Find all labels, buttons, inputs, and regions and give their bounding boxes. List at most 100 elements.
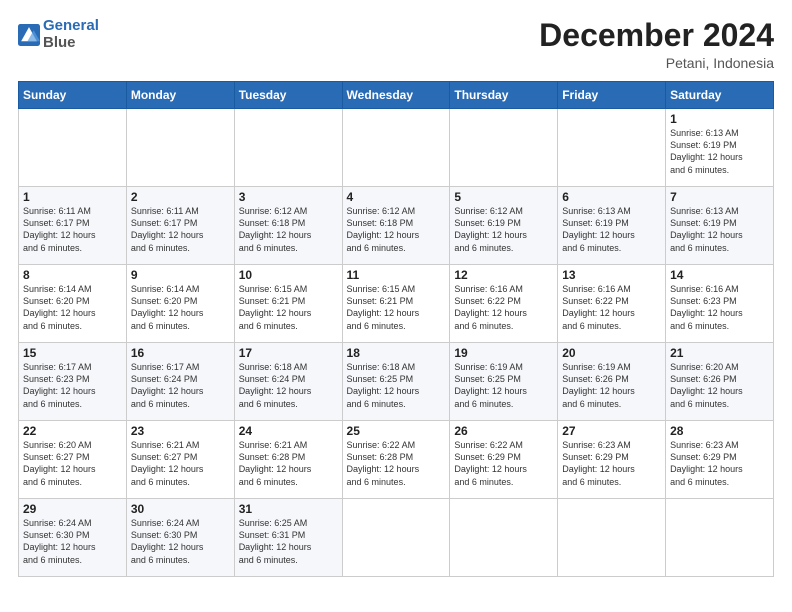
day-number: 1: [23, 190, 122, 204]
day-number: 20: [562, 346, 661, 360]
day-number: 17: [239, 346, 338, 360]
day-number: 13: [562, 268, 661, 282]
day-info: Sunrise: 6:13 AMSunset: 6:19 PMDaylight:…: [562, 205, 661, 254]
calendar-day-header: Saturday: [666, 82, 774, 109]
logo: General Blue: [18, 18, 99, 51]
day-info: Sunrise: 6:20 AMSunset: 6:26 PMDaylight:…: [670, 361, 769, 410]
calendar-day-header: Friday: [558, 82, 666, 109]
calendar-cell: 8Sunrise: 6:14 AMSunset: 6:20 PMDaylight…: [19, 265, 127, 343]
day-info: Sunrise: 6:18 AMSunset: 6:24 PMDaylight:…: [239, 361, 338, 410]
day-info: Sunrise: 6:12 AMSunset: 6:18 PMDaylight:…: [239, 205, 338, 254]
day-info: Sunrise: 6:15 AMSunset: 6:21 PMDaylight:…: [239, 283, 338, 332]
day-info: Sunrise: 6:22 AMSunset: 6:28 PMDaylight:…: [347, 439, 446, 488]
day-number: 11: [347, 268, 446, 282]
day-number: 2: [131, 190, 230, 204]
logo-line2: Blue: [43, 34, 76, 51]
day-info: Sunrise: 6:25 AMSunset: 6:31 PMDaylight:…: [239, 517, 338, 566]
calendar-day-header: Monday: [126, 82, 234, 109]
title-block: December 2024 Petani, Indonesia: [539, 18, 774, 71]
day-number: 7: [670, 190, 769, 204]
day-info: Sunrise: 6:18 AMSunset: 6:25 PMDaylight:…: [347, 361, 446, 410]
calendar-cell: [450, 109, 558, 187]
day-number: 26: [454, 424, 553, 438]
day-number: 28: [670, 424, 769, 438]
calendar-cell: [450, 499, 558, 577]
calendar-day-header: Thursday: [450, 82, 558, 109]
calendar-cell: 28Sunrise: 6:23 AMSunset: 6:29 PMDayligh…: [666, 421, 774, 499]
day-number: 3: [239, 190, 338, 204]
day-info: Sunrise: 6:13 AMSunset: 6:19 PMDaylight:…: [670, 205, 769, 254]
calendar-cell: 13Sunrise: 6:16 AMSunset: 6:22 PMDayligh…: [558, 265, 666, 343]
day-info: Sunrise: 6:24 AMSunset: 6:30 PMDaylight:…: [131, 517, 230, 566]
day-number: 29: [23, 502, 122, 516]
day-info: Sunrise: 6:17 AMSunset: 6:23 PMDaylight:…: [23, 361, 122, 410]
calendar-cell: 4Sunrise: 6:12 AMSunset: 6:18 PMDaylight…: [342, 187, 450, 265]
calendar-cell: [19, 109, 127, 187]
calendar-day-header: Tuesday: [234, 82, 342, 109]
day-number: 8: [23, 268, 122, 282]
calendar-cell: [558, 499, 666, 577]
calendar-cell: 19Sunrise: 6:19 AMSunset: 6:25 PMDayligh…: [450, 343, 558, 421]
calendar-cell: 30Sunrise: 6:24 AMSunset: 6:30 PMDayligh…: [126, 499, 234, 577]
day-info: Sunrise: 6:19 AMSunset: 6:25 PMDaylight:…: [454, 361, 553, 410]
logo-text: General Blue: [43, 18, 99, 51]
calendar-body: 1Sunrise: 6:13 AMSunset: 6:19 PMDaylight…: [19, 109, 774, 577]
calendar-cell: 3Sunrise: 6:12 AMSunset: 6:18 PMDaylight…: [234, 187, 342, 265]
calendar-cell: 16Sunrise: 6:17 AMSunset: 6:24 PMDayligh…: [126, 343, 234, 421]
logo-icon: [18, 24, 40, 46]
main-title: December 2024: [539, 18, 774, 53]
day-number: 23: [131, 424, 230, 438]
day-number: 27: [562, 424, 661, 438]
calendar-cell: 7Sunrise: 6:13 AMSunset: 6:19 PMDaylight…: [666, 187, 774, 265]
calendar-cell: 27Sunrise: 6:23 AMSunset: 6:29 PMDayligh…: [558, 421, 666, 499]
day-number: 31: [239, 502, 338, 516]
calendar-table: SundayMondayTuesdayWednesdayThursdayFrid…: [18, 81, 774, 577]
calendar-day-header: Sunday: [19, 82, 127, 109]
page: General Blue December 2024 Petani, Indon…: [0, 0, 792, 612]
calendar-cell: 11Sunrise: 6:15 AMSunset: 6:21 PMDayligh…: [342, 265, 450, 343]
day-info: Sunrise: 6:16 AMSunset: 6:23 PMDaylight:…: [670, 283, 769, 332]
day-info: Sunrise: 6:24 AMSunset: 6:30 PMDaylight:…: [23, 517, 122, 566]
day-number: 14: [670, 268, 769, 282]
calendar-cell: 5Sunrise: 6:12 AMSunset: 6:19 PMDaylight…: [450, 187, 558, 265]
day-number: 25: [347, 424, 446, 438]
calendar-cell: 29Sunrise: 6:24 AMSunset: 6:30 PMDayligh…: [19, 499, 127, 577]
calendar-cell: 12Sunrise: 6:16 AMSunset: 6:22 PMDayligh…: [450, 265, 558, 343]
calendar-cell: [234, 109, 342, 187]
day-number: 30: [131, 502, 230, 516]
calendar-header-row: SundayMondayTuesdayWednesdayThursdayFrid…: [19, 82, 774, 109]
day-info: Sunrise: 6:12 AMSunset: 6:19 PMDaylight:…: [454, 205, 553, 254]
day-info: Sunrise: 6:19 AMSunset: 6:26 PMDaylight:…: [562, 361, 661, 410]
day-number: 15: [23, 346, 122, 360]
calendar-cell: [558, 109, 666, 187]
day-info: Sunrise: 6:17 AMSunset: 6:24 PMDaylight:…: [131, 361, 230, 410]
day-number: 12: [454, 268, 553, 282]
calendar-cell: 14Sunrise: 6:16 AMSunset: 6:23 PMDayligh…: [666, 265, 774, 343]
calendar-cell: 31Sunrise: 6:25 AMSunset: 6:31 PMDayligh…: [234, 499, 342, 577]
day-number: 22: [23, 424, 122, 438]
calendar-cell: 26Sunrise: 6:22 AMSunset: 6:29 PMDayligh…: [450, 421, 558, 499]
calendar-cell: 24Sunrise: 6:21 AMSunset: 6:28 PMDayligh…: [234, 421, 342, 499]
calendar-cell: 2Sunrise: 6:11 AMSunset: 6:17 PMDaylight…: [126, 187, 234, 265]
day-info: Sunrise: 6:22 AMSunset: 6:29 PMDaylight:…: [454, 439, 553, 488]
calendar-cell: 25Sunrise: 6:22 AMSunset: 6:28 PMDayligh…: [342, 421, 450, 499]
day-info: Sunrise: 6:21 AMSunset: 6:27 PMDaylight:…: [131, 439, 230, 488]
day-number: 24: [239, 424, 338, 438]
calendar-cell: 18Sunrise: 6:18 AMSunset: 6:25 PMDayligh…: [342, 343, 450, 421]
calendar-cell: 20Sunrise: 6:19 AMSunset: 6:26 PMDayligh…: [558, 343, 666, 421]
day-info: Sunrise: 6:23 AMSunset: 6:29 PMDaylight:…: [670, 439, 769, 488]
day-number: 1: [670, 112, 769, 126]
calendar-cell: 22Sunrise: 6:20 AMSunset: 6:27 PMDayligh…: [19, 421, 127, 499]
calendar-cell: 1Sunrise: 6:11 AMSunset: 6:17 PMDaylight…: [19, 187, 127, 265]
day-number: 6: [562, 190, 661, 204]
day-info: Sunrise: 6:16 AMSunset: 6:22 PMDaylight:…: [562, 283, 661, 332]
day-number: 4: [347, 190, 446, 204]
calendar-cell: 1Sunrise: 6:13 AMSunset: 6:19 PMDaylight…: [666, 109, 774, 187]
day-number: 16: [131, 346, 230, 360]
header: General Blue December 2024 Petani, Indon…: [18, 18, 774, 71]
subtitle: Petani, Indonesia: [539, 55, 774, 71]
day-info: Sunrise: 6:13 AMSunset: 6:19 PMDaylight:…: [670, 127, 769, 176]
calendar-cell: 17Sunrise: 6:18 AMSunset: 6:24 PMDayligh…: [234, 343, 342, 421]
day-info: Sunrise: 6:14 AMSunset: 6:20 PMDaylight:…: [131, 283, 230, 332]
day-number: 19: [454, 346, 553, 360]
